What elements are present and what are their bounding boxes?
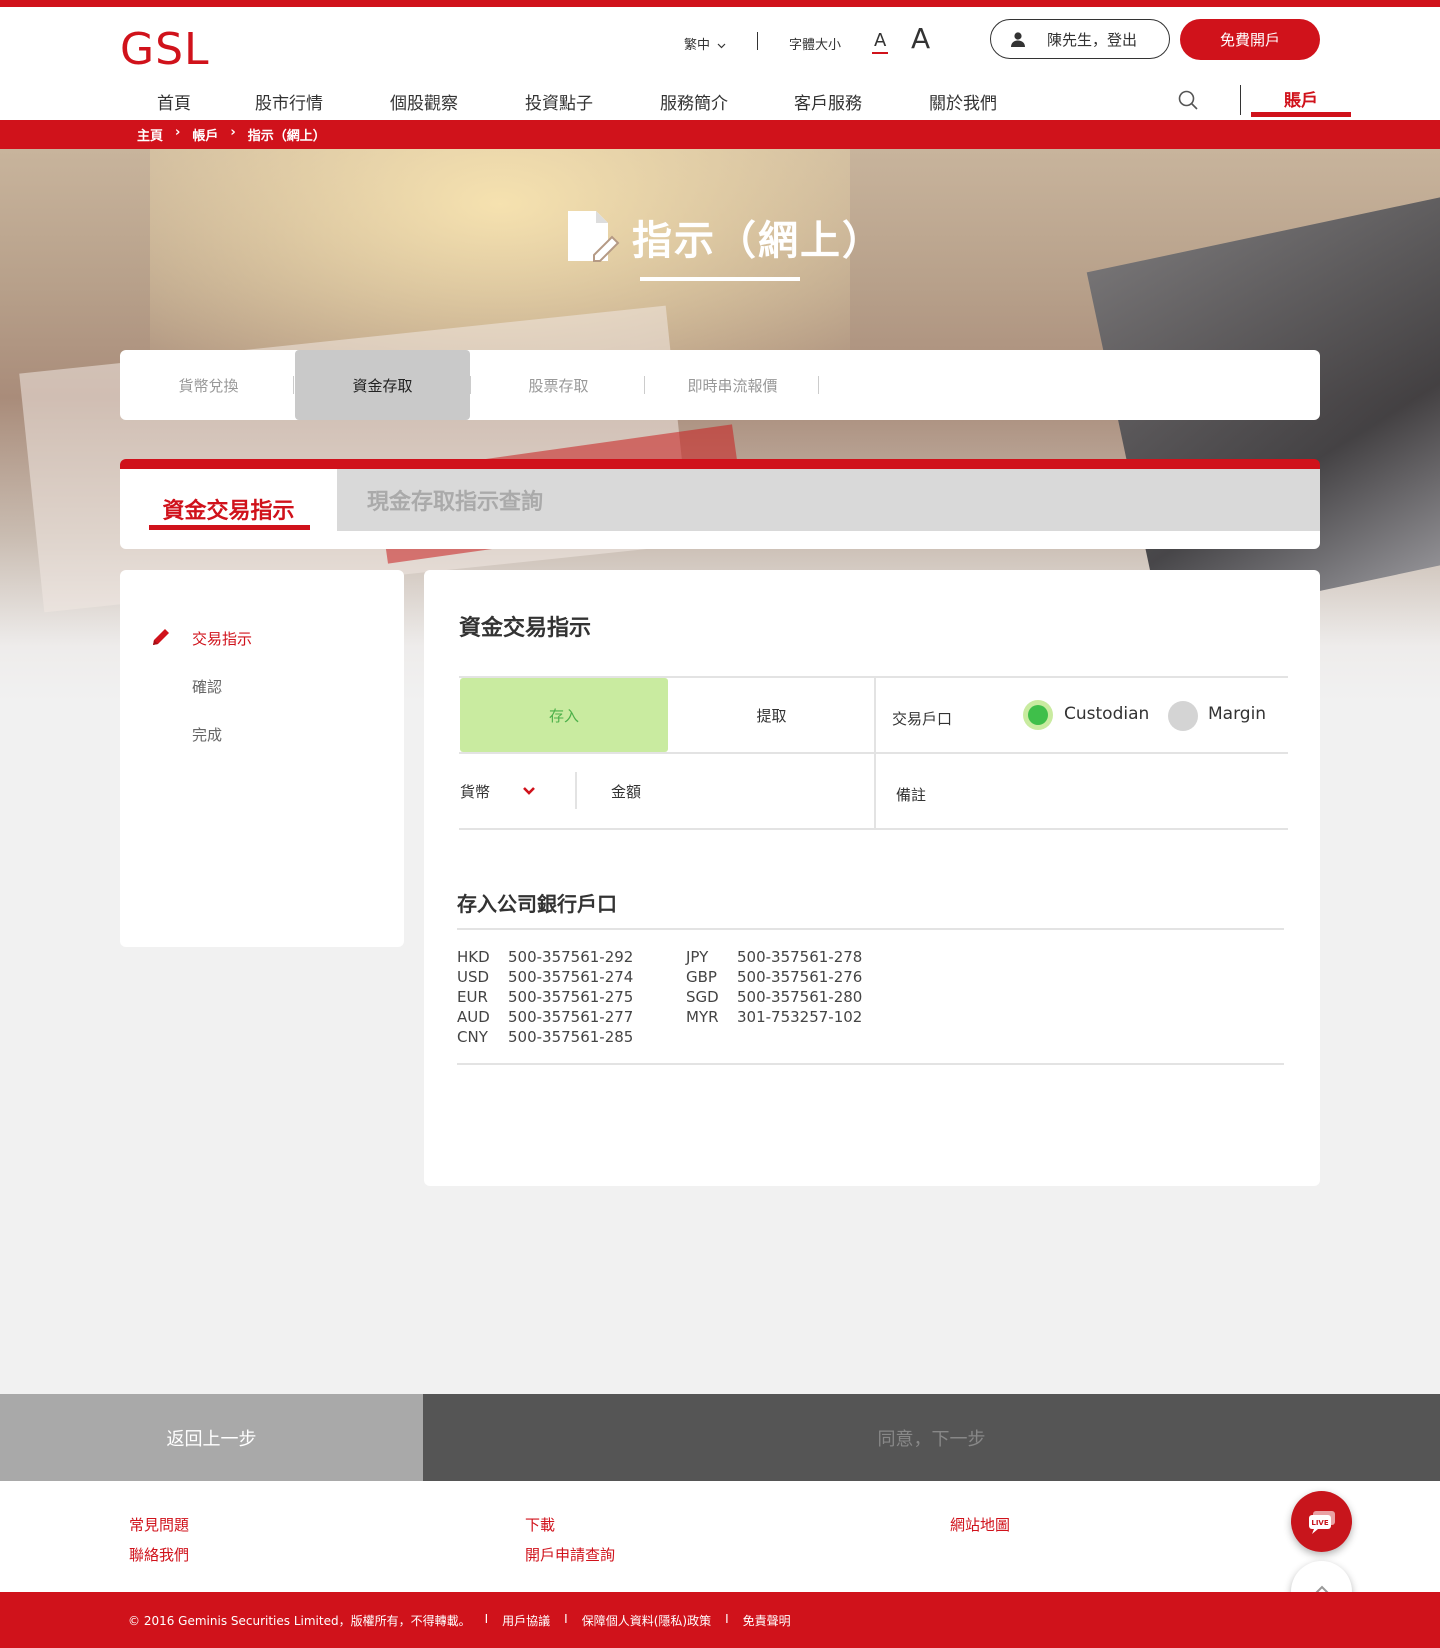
logo[interactable]: GSL bbox=[120, 24, 210, 75]
list-item: USD 500-357561-274 bbox=[457, 968, 634, 986]
form-card bbox=[424, 570, 1320, 1186]
language-label: 繁中 bbox=[684, 38, 711, 53]
footer-link-download[interactable]: 下載 bbox=[525, 1514, 555, 1535]
footer-link-sitemap[interactable]: 網站地圖 bbox=[950, 1514, 1010, 1535]
nav-item-stock-watch[interactable]: 個股觀察 bbox=[390, 89, 458, 114]
legal-link-disclaimer[interactable]: 免責聲明 bbox=[743, 1612, 791, 1629]
divider bbox=[818, 376, 819, 394]
deposit-toggle-button[interactable]: 存入 bbox=[460, 678, 668, 752]
list-item: JPY 500-357561-278 bbox=[686, 948, 863, 966]
tab-instruction-enquiry[interactable]: 現金存取指示查詢 bbox=[337, 469, 1320, 531]
breadcrumb-current: 指示（網上） bbox=[247, 129, 326, 144]
live-label: LIVE bbox=[1311, 1519, 1328, 1527]
active-tab-indicator bbox=[149, 525, 310, 530]
divider bbox=[457, 1063, 1284, 1065]
list-item: GBP 500-357561-276 bbox=[686, 968, 863, 986]
divider bbox=[1240, 85, 1241, 115]
account-type-label: 交易戶口 bbox=[892, 710, 953, 728]
document-edit-icon bbox=[568, 211, 620, 262]
legal-link-privacy[interactable]: 保障個人資料(隱私)政策 bbox=[582, 1612, 711, 1629]
step-instruction: 交易指示 bbox=[192, 630, 253, 648]
divider bbox=[457, 928, 1284, 930]
amount-field[interactable]: 金額 bbox=[611, 781, 641, 802]
tab-fund-instruction[interactable]: 資金交易指示 bbox=[120, 469, 337, 549]
copyright-text: © 2016 Geminis Securities Limited，版權所有，不… bbox=[128, 1614, 471, 1628]
chevron-down-icon[interactable] bbox=[522, 781, 536, 800]
divider bbox=[459, 828, 1288, 830]
step-confirm: 確認 bbox=[192, 678, 223, 696]
legal-separator: I bbox=[564, 1612, 568, 1626]
page-title: 指示（網上） bbox=[632, 218, 884, 264]
form-title: 資金交易指示 bbox=[459, 616, 592, 641]
list-item: CNY 500-357561-285 bbox=[457, 1028, 634, 1046]
tab-stock-transfer[interactable]: 股票存取 bbox=[471, 350, 646, 420]
tab-fund-transfer[interactable]: 資金存取 bbox=[295, 350, 470, 420]
language-selector[interactable]: 繁中 bbox=[684, 34, 726, 53]
divider bbox=[459, 752, 1288, 754]
list-item: HKD 500-357561-292 bbox=[457, 948, 634, 966]
currency-select[interactable]: 貨幣 bbox=[460, 781, 490, 802]
chevron-down-icon bbox=[717, 43, 726, 49]
breadcrumb-account[interactable]: 帳戶 bbox=[192, 125, 218, 144]
margin-radio-label[interactable]: Margin bbox=[1208, 704, 1266, 724]
breadcrumb-separator: › bbox=[175, 125, 181, 140]
divider bbox=[874, 678, 876, 830]
top-accent-bar bbox=[0, 0, 1440, 7]
list-item: EUR 500-357561-275 bbox=[457, 988, 634, 1006]
withdraw-toggle-button[interactable]: 提取 bbox=[668, 678, 875, 752]
title-underline bbox=[640, 277, 800, 281]
nav-item-about[interactable]: 關於我們 bbox=[929, 89, 997, 114]
font-size-small-button[interactable]: A bbox=[872, 30, 889, 54]
font-size-large-button[interactable]: A bbox=[911, 22, 930, 55]
active-nav-indicator bbox=[1251, 112, 1351, 117]
legal-link-terms[interactable]: 用戶協議 bbox=[502, 1612, 550, 1629]
search-icon[interactable] bbox=[1178, 90, 1198, 114]
divider bbox=[757, 32, 758, 50]
nav-item-market[interactable]: 股市行情 bbox=[255, 89, 323, 114]
nav-item-services[interactable]: 服務簡介 bbox=[660, 89, 728, 114]
tab-streaming-quotes[interactable]: 即時串流報價 bbox=[645, 350, 820, 420]
open-account-button[interactable]: 免費開戶 bbox=[1180, 19, 1320, 60]
bank-accounts-title: 存入公司銀行戶口 bbox=[457, 892, 617, 916]
step-complete: 完成 bbox=[192, 726, 223, 744]
user-icon bbox=[1011, 31, 1025, 47]
footer-link-application-status[interactable]: 開戶申請查詢 bbox=[525, 1544, 615, 1565]
nav-item-investment-ideas[interactable]: 投資點子 bbox=[525, 89, 593, 114]
nav-item-home[interactable]: 首頁 bbox=[157, 89, 191, 114]
bank-accounts-right: JPY 500-357561-278 GBP 500-357561-276 SGD 5… bbox=[686, 947, 862, 1027]
font-size-label: 字體大小 bbox=[789, 38, 842, 53]
custodian-radio[interactable] bbox=[1023, 700, 1053, 730]
breadcrumb-separator: › bbox=[230, 125, 236, 140]
custodian-radio-label[interactable]: Custodian bbox=[1064, 704, 1149, 724]
divider bbox=[575, 772, 577, 809]
list-item: SGD 500-357561-280 bbox=[686, 988, 863, 1006]
user-logout-label: 陳先生，登出 bbox=[1047, 30, 1138, 49]
back-button[interactable]: 返回上一步 bbox=[0, 1394, 423, 1481]
tab-currency-exchange[interactable]: 貨幣兌換 bbox=[121, 350, 296, 420]
pencil-icon bbox=[150, 626, 172, 652]
nav-item-customer-service[interactable]: 客戶服務 bbox=[794, 89, 862, 114]
bank-accounts-left: HKD 500-357561-292 USD 500-357561-274 EUR 5… bbox=[457, 947, 633, 1047]
list-item: MYR 301-753257-102 bbox=[686, 1008, 863, 1026]
live-chat-button[interactable]: LIVE bbox=[1291, 1491, 1352, 1552]
user-logout-button[interactable]: 陳先生，登出 bbox=[990, 19, 1170, 59]
page-title-group: 指示（網上） bbox=[566, 208, 884, 266]
breadcrumb-home[interactable]: 主頁 bbox=[137, 125, 163, 144]
divider bbox=[293, 376, 294, 394]
nav-item-account[interactable]: 賬戶 bbox=[1252, 86, 1350, 111]
chat-bubble-icon: LIVE bbox=[1308, 1510, 1335, 1534]
list-item: AUD 500-357561-277 bbox=[457, 1008, 634, 1026]
remark-field[interactable]: 備註 bbox=[896, 784, 926, 805]
tab-panel-accent bbox=[120, 459, 1320, 469]
margin-radio[interactable] bbox=[1168, 701, 1198, 731]
footer-link-contact[interactable]: 聯絡我們 bbox=[129, 1544, 189, 1565]
footer-link-faq[interactable]: 常見問題 bbox=[129, 1514, 189, 1535]
agree-next-button[interactable]: 同意，下一步 bbox=[423, 1394, 1440, 1481]
breadcrumb: 主頁 › 帳戶 › 指示（網上） bbox=[137, 125, 326, 144]
legal-links: © 2016 Geminis Securities Limited，版權所有，不… bbox=[128, 1612, 791, 1629]
legal-separator: I bbox=[484, 1612, 489, 1626]
footer bbox=[0, 1481, 1440, 1592]
legal-separator: I bbox=[725, 1612, 729, 1626]
